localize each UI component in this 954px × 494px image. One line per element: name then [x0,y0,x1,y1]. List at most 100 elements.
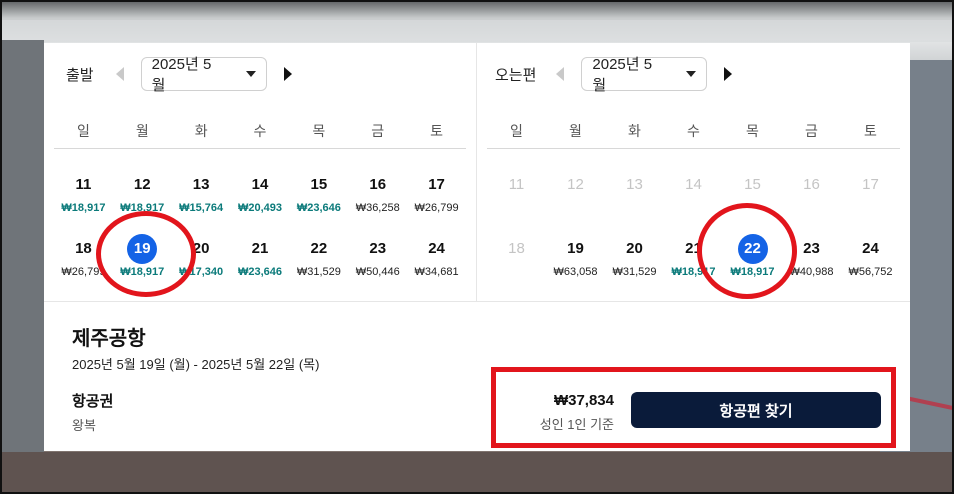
calendar-day-disabled: 17 [841,163,900,219]
calendar-day[interactable]: 24 ₩34,681 [407,227,466,283]
total-price: ₩37,834 [553,392,614,409]
day-number: 19 [127,234,158,264]
calendar-day[interactable]: 24 ₩56,752 [841,227,900,283]
calendar-day-disabled: 15 [723,163,782,219]
calendar-day[interactable]: 23 ₩40,988 [782,227,841,283]
day-number: 14 [251,176,269,193]
price-basis: 성인 1인 기준 [539,417,614,432]
weekday-label: 화 [628,123,641,139]
weekday-label: 토 [430,123,444,139]
destination-title: 제주공항 [72,328,146,350]
day-price: ₩34,681 [414,266,459,278]
day-number: 23 [803,240,820,257]
next-month-icon[interactable] [724,67,733,81]
depart-title: 출발 [66,66,94,84]
return-month-select[interactable]: 2025년 5월 [581,56,708,94]
search-flights-button[interactable]: 항공편 찾기 [631,392,881,428]
depart-weekday-header: 일 월 화 수 목 금 토 [54,121,466,141]
day-price: ₩23,646 [237,266,282,278]
calendar-day[interactable]: 11 ₩18,917 [54,163,113,219]
weekday-label: 월 [135,123,149,139]
day-number: 15 [310,176,328,193]
weekday-label: 수 [687,123,700,139]
weekday-label: 월 [569,123,582,139]
weekday-label: 일 [510,123,523,139]
weekday-label: 목 [312,123,326,139]
day-number: 20 [192,240,210,257]
calendar-day[interactable]: 15 ₩23,646 [289,163,348,219]
calendar-day[interactable]: 20 ₩31,529 [605,227,664,283]
calendar-day[interactable]: 20 ₩17,340 [172,227,231,283]
return-weekday-header: 일 월 화 수 목 금 토 [487,121,900,141]
divider [487,148,900,149]
calendar-day[interactable]: 22 ₩31,529 [289,227,348,283]
day-price: ₩40,988 [789,266,834,278]
ticket-label: 항공권 [72,393,114,410]
depart-month-value: 2025년 5월 [151,56,212,94]
calendar-day[interactable]: 14 ₩20,493 [231,163,290,219]
day-number: 20 [626,240,643,257]
day-number: 22 [737,234,768,264]
day-number: 21 [685,240,702,257]
calendar-day[interactable]: 18 ₩26,799 [54,227,113,283]
day-number: 16 [369,176,387,193]
day-price: ₩56,752 [848,266,893,278]
day-number: 14 [685,176,702,193]
day-price: ₩31,529 [612,266,657,278]
calendar-day[interactable]: 19 ₩63,058 [546,227,605,283]
day-number: 13 [192,176,210,193]
day-price: ₩26,799 [414,202,459,214]
calendar-day-selected[interactable]: 22 ₩18,917 [723,227,782,283]
day-price: ₩31,529 [296,266,341,278]
divider [54,148,466,149]
day-number: 11 [75,176,92,193]
day-number: 17 [428,176,445,193]
calendar-day[interactable]: 17 ₩26,799 [407,163,466,219]
day-price: ₩26,799 [61,266,106,278]
calendar-day-selected[interactable]: 19 ₩18,917 [113,227,172,283]
day-price: ₩17,340 [179,266,224,278]
return-week-2: 18 19 ₩63,058 20 ₩31,529 21 ₩18,917 22 ₩18,9… [487,227,900,283]
day-price: ₩23,646 [296,202,341,214]
calendar-day-disabled: 11 [487,163,546,219]
weekday-label: 금 [805,123,818,139]
day-number: 19 [567,240,584,257]
calendar-day[interactable]: 12 ₩18,917 [113,163,172,219]
day-price: ₩20,493 [237,202,282,214]
calendar-day-disabled: 16 [782,163,841,219]
calendar-day[interactable]: 21 ₩23,646 [231,227,290,283]
chevron-down-icon [686,71,697,77]
day-price: ₩18,917 [61,202,106,214]
weekday-label: 토 [864,123,877,139]
next-month-icon[interactable] [283,67,292,81]
weekday-label: 일 [76,123,90,139]
prev-month-icon[interactable] [556,67,565,81]
weekday-label: 수 [253,123,267,139]
depart-month-select[interactable]: 2025년 5월 [140,56,267,94]
trip-type: 왕복 [72,418,96,433]
calendar-day[interactable]: 16 ₩36,258 [348,163,407,219]
depart-calendar-header: 출발 2025년 5월 [66,56,292,94]
return-calendar: 오는편 2025년 5월 일 월 화 수 목 금 토 11 12 13 14 1… [476,43,910,301]
day-number: 15 [744,176,761,193]
day-number: 13 [626,176,643,193]
calendar-day-disabled: 14 [664,163,723,219]
calendar-day[interactable]: 13 ₩15,764 [172,163,231,219]
calendar-day-disabled: 18 [487,227,546,283]
day-number: 18 [75,240,92,257]
day-number: 16 [803,176,820,193]
calendar-day[interactable]: 21 ₩18,917 [664,227,723,283]
depart-calendar: 출발 2025년 5월 일 월 화 수 목 금 토 11 ₩18,917 12 ₩1… [44,43,476,301]
return-week-1: 11 12 13 14 15 16 17 [487,163,900,219]
flight-date-picker: 출발 2025년 5월 일 월 화 수 목 금 토 11 ₩18,917 12 ₩1… [44,43,910,451]
return-month-value: 2025년 5월 [592,56,653,94]
day-number: 11 [508,176,525,193]
trip-dates: 2025년 5월 19일 (월) - 2025년 5월 22일 (목) [72,357,320,372]
prev-month-icon[interactable] [115,67,124,81]
day-number: 12 [133,176,151,193]
calendar-day[interactable]: 23 ₩50,446 [348,227,407,283]
day-price: ₩36,258 [355,202,400,214]
day-price: ₩15,764 [179,202,224,214]
return-calendar-header: 오는편 2025년 5월 [495,56,733,94]
day-price: ₩63,058 [553,266,598,278]
